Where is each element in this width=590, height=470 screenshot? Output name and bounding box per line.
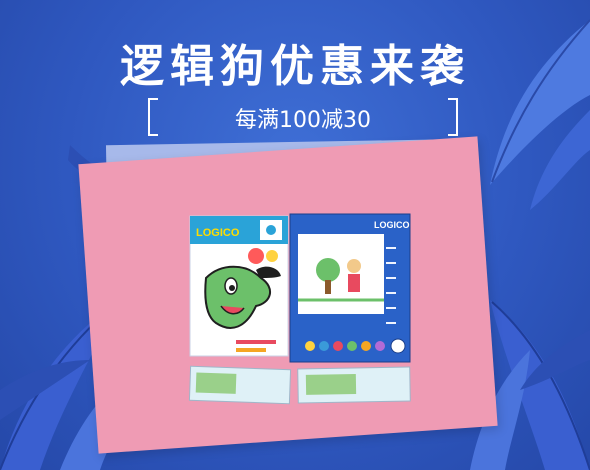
- promo-text: 每满100减30: [235, 108, 371, 133]
- board-logo: LOGICO: [374, 220, 410, 230]
- bracket-right: [448, 98, 458, 136]
- book-logo: LOGICO: [196, 227, 240, 239]
- book-cover: LOGICO: [189, 215, 289, 357]
- product-image[interactable]: LOGICO LOGICO: [186, 208, 416, 408]
- logico-board: LOGICO: [289, 213, 411, 363]
- booklets: [188, 365, 411, 405]
- headline: 逻辑狗优惠来袭: [120, 41, 470, 92]
- promo-frame: 每满100减30: [148, 98, 458, 136]
